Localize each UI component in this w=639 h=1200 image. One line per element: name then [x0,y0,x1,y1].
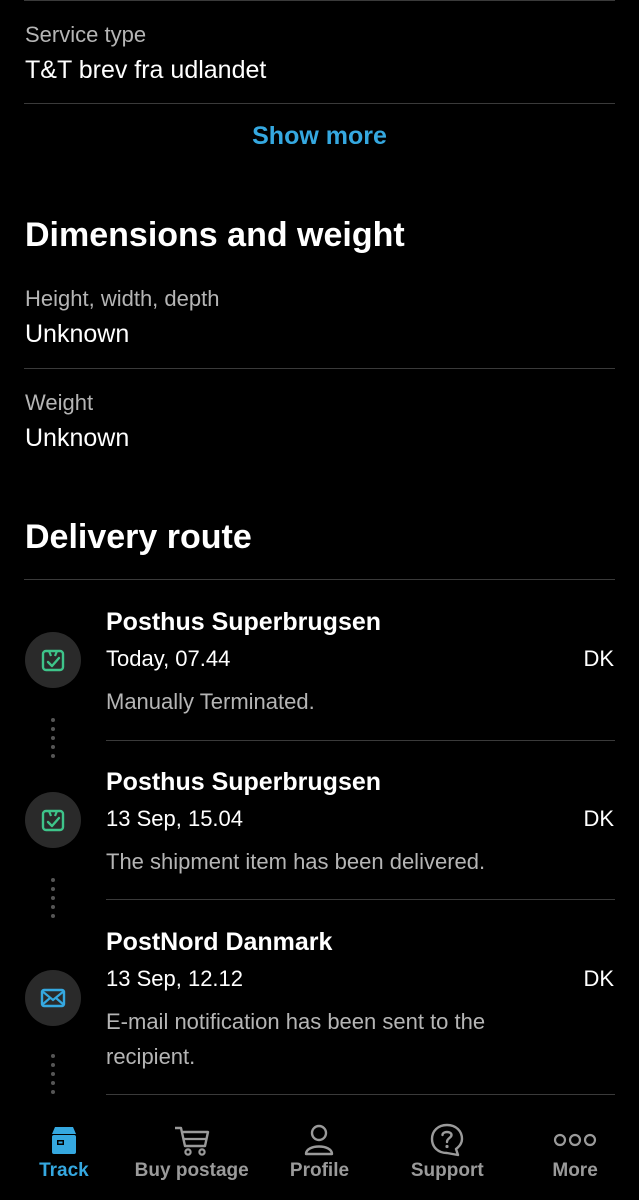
divider [24,368,615,369]
timeline-connector [50,718,56,763]
route-event[interactable]: PostNord Danmark 13 Sep, 12.12 DK E-mail… [0,928,639,1108]
weight-label: Weight [25,390,94,415]
weight-value: Unknown [25,424,130,452]
package-check-icon [25,792,81,848]
route-event[interactable]: Posthus Superbrugsen 13 Sep, 15.04 DK Th… [0,768,639,928]
delivery-route-title: Delivery route [25,518,252,556]
event-time: 13 Sep, 12.12 [106,966,244,991]
package-check-icon [25,632,81,688]
dimensions-title: Dimensions and weight [25,216,405,254]
tab-buy-postage[interactable]: Buy postage [132,1122,252,1182]
more-dots-icon [551,1122,599,1158]
tab-support[interactable]: Support [387,1122,507,1182]
event-description: E-mail notification has been sent to the… [106,1009,486,1069]
size-label: Height, width, depth [25,286,220,311]
event-time: Today, 07.44 [106,646,231,671]
shipment-details-screen: Service type T&T brev fra udlandet Show … [0,0,639,1200]
person-icon [301,1122,337,1158]
bottom-tab-bar: Track Buy postage Profile Support More [0,1100,639,1200]
event-description: The shipment item has been delivered. [106,849,486,874]
divider [106,740,615,741]
tab-label: Track [39,1160,89,1181]
divider [24,0,615,1]
event-time: 13 Sep, 15.04 [106,806,244,831]
divider [106,899,615,900]
event-description: Manually Terminated. [106,689,315,714]
size-value: Unknown [25,320,130,348]
service-type-label: Service type [25,22,147,47]
tab-more[interactable]: More [515,1122,635,1182]
event-country: DK [583,806,614,831]
show-more-button[interactable]: Show more [0,122,639,151]
divider [24,103,615,104]
divider [24,579,615,580]
timeline-connector [50,878,56,923]
package-icon [46,1122,82,1158]
event-location: Posthus Superbrugsen [106,768,382,796]
tab-label: More [552,1160,598,1181]
event-country: DK [583,966,614,991]
event-location: PostNord Danmark [106,928,333,956]
envelope-icon [25,970,81,1026]
event-country: DK [583,646,614,671]
tab-label: Support [410,1160,484,1181]
tab-label: Buy postage [134,1160,249,1181]
tab-track[interactable]: Track [4,1122,124,1182]
service-type-value: T&T brev fra udlandet [25,56,267,84]
route-event[interactable]: Posthus Superbrugsen Today, 07.44 DK Man… [0,608,639,768]
event-location: Posthus Superbrugsen [106,608,382,636]
divider [106,1094,615,1095]
question-icon [429,1122,465,1158]
cart-icon [172,1122,212,1158]
timeline-connector [50,1054,56,1099]
tab-label: Profile [289,1160,350,1181]
tab-profile[interactable]: Profile [259,1122,379,1182]
